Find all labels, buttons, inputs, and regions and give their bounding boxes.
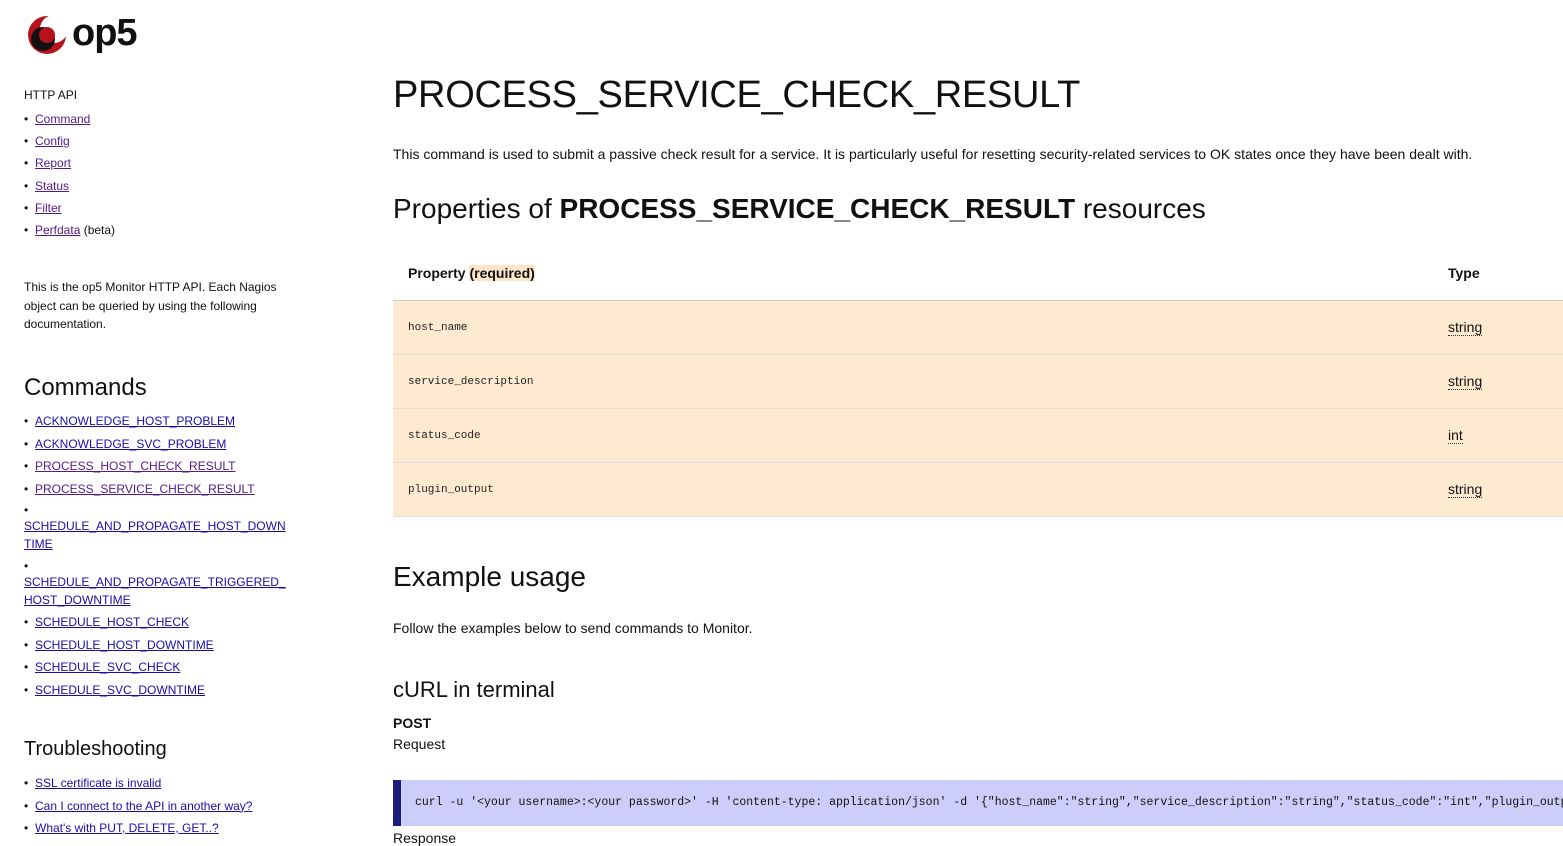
properties-heading: Properties of PROCESS_SERVICE_CHECK_RESU…: [393, 193, 1206, 225]
curl-code-block[interactable]: curl -u '<your username>:<your password>…: [393, 779, 1563, 826]
property-type[interactable]: string: [1448, 372, 1483, 390]
list-item: SCHEDULE_HOST_CHECK: [24, 614, 286, 631]
troubleshooting-link[interactable]: What's with PUT, DELETE, GET..?: [35, 821, 219, 835]
property-column-header: Property (required): [393, 245, 1433, 301]
table-row: status_code int: [393, 408, 1563, 463]
list-item: Perfdata (beta): [24, 222, 115, 244]
list-item: Status: [24, 178, 115, 200]
commands-heading: Commands: [24, 374, 147, 401]
command-link[interactable]: PROCESS_HOST_CHECK_RESULT: [35, 459, 236, 473]
example-text: Follow the examples below to send comman…: [393, 620, 753, 636]
list-item: ACKNOWLEDGE_HOST_PROBLEM: [24, 413, 286, 430]
property-name: plugin_output: [393, 462, 1433, 517]
list-item: Config: [24, 133, 115, 155]
commands-list: ACKNOWLEDGE_HOST_PROBLEM ACKNOWLEDGE_SVC…: [24, 413, 286, 704]
intro-text: This command is used to submit a passive…: [393, 146, 1473, 162]
command-link[interactable]: ACKNOWLEDGE_HOST_PROBLEM: [35, 414, 235, 428]
troubleshooting-heading: Troubleshooting: [24, 738, 167, 760]
properties-heading-suffix: resources: [1075, 193, 1206, 224]
op5-logo[interactable]: op5: [24, 11, 138, 58]
command-link[interactable]: SCHEDULE_SVC_CHECK: [35, 660, 180, 674]
property-type[interactable]: int: [1448, 426, 1463, 444]
property-header-label: Property: [408, 264, 470, 281]
link-filter[interactable]: Filter: [35, 201, 62, 215]
list-item: Report: [24, 155, 115, 177]
op5-logo-mark-icon: [28, 15, 68, 54]
list-item: Can I connect to the API in another way?: [24, 798, 252, 814]
properties-heading-resource: PROCESS_SERVICE_CHECK_RESULT: [559, 193, 1076, 224]
property-type[interactable]: string: [1448, 480, 1483, 498]
property-type[interactable]: string: [1448, 318, 1483, 336]
list-item: SCHEDULE_SVC_DOWNTIME: [24, 682, 286, 699]
troubleshooting-link[interactable]: Can I connect to the API in another way?: [35, 799, 252, 813]
list-item: Filter: [24, 200, 115, 222]
example-heading: Example usage: [393, 561, 587, 592]
list-item: ACKNOWLEDGE_SVC_PROBLEM: [24, 436, 286, 453]
type-column-header: Type: [1433, 245, 1563, 301]
property-name: host_name: [393, 300, 1433, 355]
sidebar-description: This is the op5 Monitor HTTP API. Each N…: [24, 280, 277, 331]
command-link[interactable]: SCHEDULE_SVC_DOWNTIME: [35, 683, 205, 697]
link-command[interactable]: Command: [35, 112, 90, 126]
link-perfdata[interactable]: Perfdata: [35, 223, 80, 237]
list-item: SCHEDULE_SVC_CHECK: [24, 659, 286, 676]
page-title: PROCESS_SERVICE_CHECK_RESULT: [393, 74, 1081, 116]
command-link[interactable]: SCHEDULE_HOST_CHECK: [35, 615, 189, 629]
op5-logo-text: op5: [72, 11, 138, 54]
list-item: SCHEDULE_AND_PROPAGATE_HOST_DOWNTIME: [24, 503, 286, 553]
property-type-cell: string: [1433, 462, 1563, 517]
command-link[interactable]: SCHEDULE_AND_PROPAGATE_HOST_DOWNTIME: [24, 517, 286, 553]
list-item: SSL certificate is invalid: [24, 775, 252, 791]
post-label: POST: [393, 715, 432, 731]
request-label: Request: [393, 736, 446, 752]
list-item: Command: [24, 111, 115, 133]
api-links-list: Command Config Report Status Filter Perf…: [24, 111, 115, 244]
list-item: PROCESS_SERVICE_CHECK_RESULT: [24, 481, 286, 498]
property-name: status_code: [393, 408, 1433, 463]
sidebar-heading: HTTP API: [24, 88, 78, 102]
command-link[interactable]: ACKNOWLEDGE_SVC_PROBLEM: [35, 437, 226, 451]
property-type-cell: string: [1433, 300, 1563, 355]
table-row: service_description string: [393, 354, 1563, 409]
beta-note: (beta): [80, 222, 116, 237]
properties-heading-prefix: Properties of: [393, 193, 560, 224]
property-name: service_description: [393, 354, 1433, 409]
link-config[interactable]: Config: [35, 134, 70, 148]
property-type-cell: string: [1433, 354, 1563, 409]
link-report[interactable]: Report: [35, 156, 71, 170]
troubleshooting-list: SSL certificate is invalid Can I connect…: [24, 775, 252, 843]
curl-heading: cURL in terminal: [393, 677, 555, 702]
list-item: What's with PUT, DELETE, GET..?: [24, 820, 252, 836]
properties-table: Property (required) Type host_name strin…: [393, 245, 1563, 517]
table-row: host_name string: [393, 300, 1563, 355]
list-item: PROCESS_HOST_CHECK_RESULT: [24, 458, 286, 475]
table-header-row: Property (required) Type: [393, 245, 1563, 301]
table-row: plugin_output string: [393, 462, 1563, 517]
command-link-current[interactable]: PROCESS_SERVICE_CHECK_RESULT: [35, 482, 255, 496]
troubleshooting-link[interactable]: SSL certificate is invalid: [35, 776, 161, 790]
command-link[interactable]: SCHEDULE_AND_PROPAGATE_TRIGGERED_HOST_DO…: [24, 573, 286, 609]
required-label: (required): [469, 264, 535, 281]
command-link[interactable]: SCHEDULE_HOST_DOWNTIME: [35, 638, 214, 652]
list-item: SCHEDULE_AND_PROPAGATE_TRIGGERED_HOST_DO…: [24, 559, 286, 609]
link-status[interactable]: Status: [35, 179, 69, 193]
list-item: SCHEDULE_HOST_DOWNTIME: [24, 637, 286, 654]
property-type-cell: int: [1433, 408, 1563, 463]
